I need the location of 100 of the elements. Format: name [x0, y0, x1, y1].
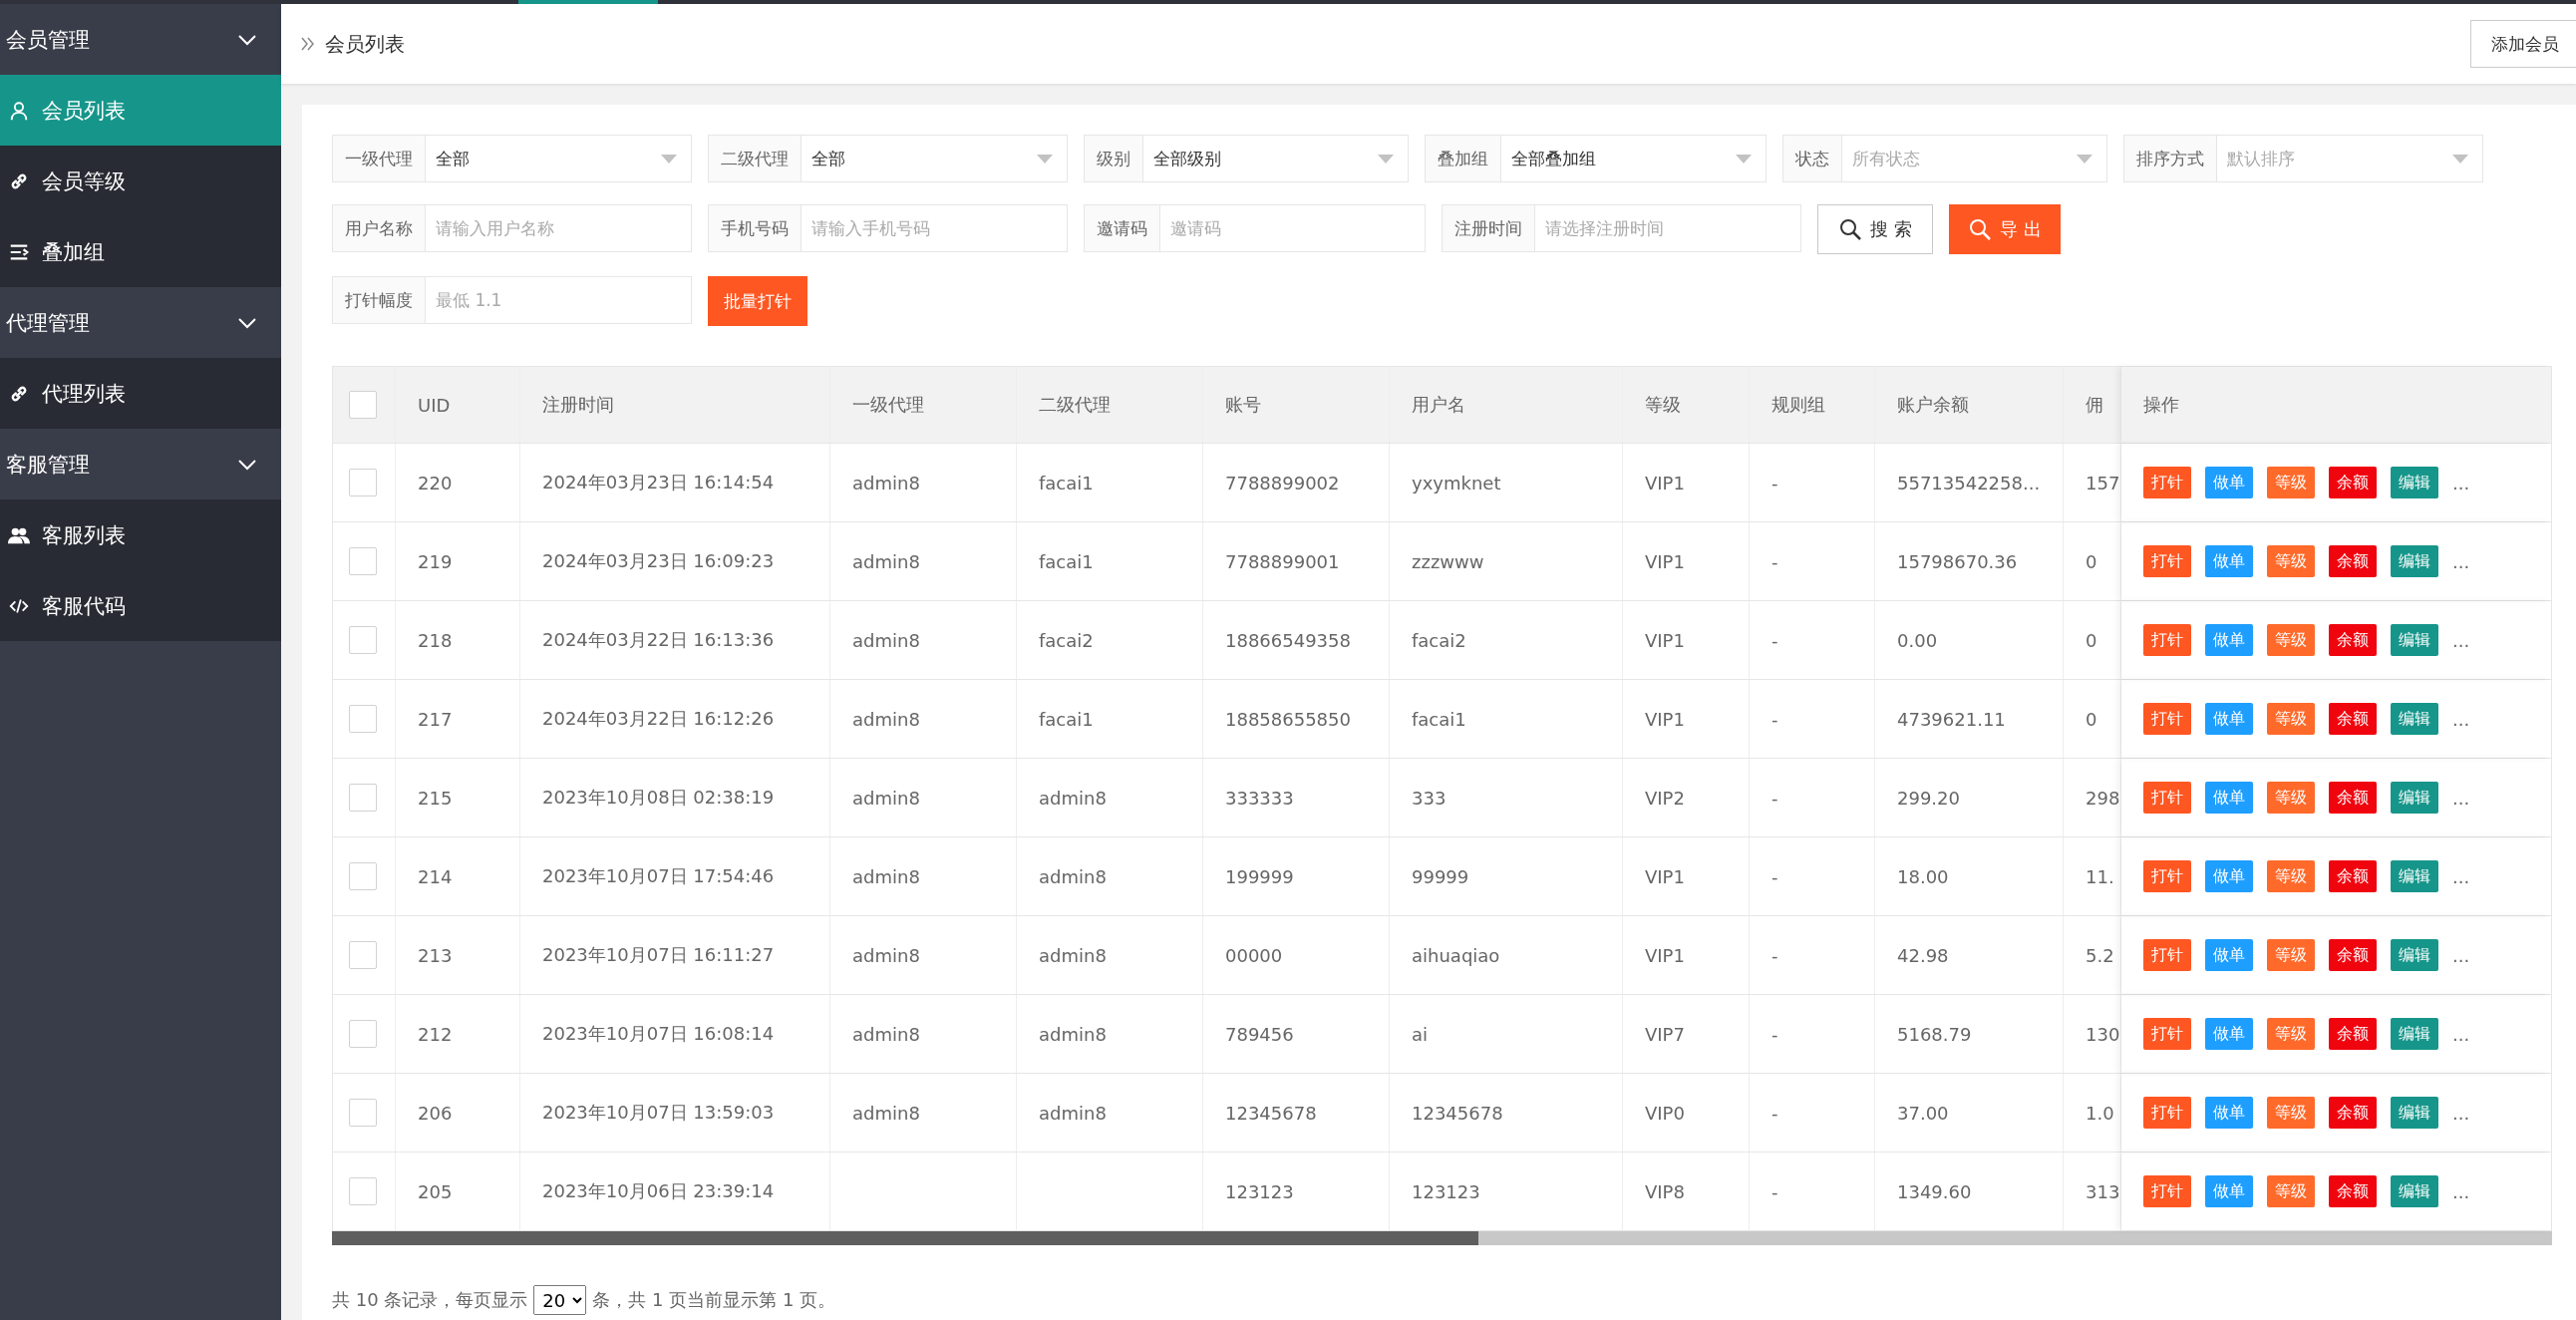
action-button[interactable]: 编辑: [2391, 860, 2438, 892]
table-cell: admin8: [852, 944, 920, 966]
add-member-button[interactable]: 添加会员: [2470, 20, 2576, 68]
table-cell: -: [1771, 865, 1778, 887]
action-button[interactable]: 打针: [2143, 860, 2191, 892]
checkbox[interactable]: [349, 705, 377, 733]
action-button[interactable]: 编辑: [2391, 624, 2438, 656]
action-button[interactable]: 打针: [2143, 1018, 2191, 1050]
scrollbar-thumb[interactable]: [332, 1231, 1478, 1245]
table-cell: 12345678: [1412, 1102, 1503, 1124]
action-button[interactable]: 余额: [2329, 939, 2377, 971]
action-button[interactable]: 做单: [2205, 624, 2253, 656]
more-link[interactable]: ...: [2452, 865, 2470, 887]
horizontal-scrollbar[interactable]: [332, 1231, 2552, 1245]
menu-item[interactable]: 客服列表: [0, 499, 281, 570]
checkbox[interactable]: [349, 391, 377, 419]
action-button[interactable]: 等级: [2267, 624, 2315, 656]
menu-item[interactable]: 会员等级: [0, 146, 281, 216]
action-button[interactable]: 编辑: [2391, 1175, 2438, 1207]
page-size-select[interactable]: 20: [533, 1285, 587, 1315]
action-button[interactable]: 打针: [2143, 703, 2191, 735]
action-button[interactable]: 做单: [2205, 782, 2253, 814]
action-button[interactable]: 做单: [2205, 1097, 2253, 1129]
action-button[interactable]: 做单: [2205, 1175, 2253, 1207]
action-button[interactable]: 做单: [2205, 860, 2253, 892]
checkbox[interactable]: [349, 784, 377, 812]
more-link[interactable]: ...: [2452, 1102, 2470, 1124]
chevron-icon: [237, 33, 257, 46]
table-cell: facai1: [1039, 550, 1094, 572]
action-button[interactable]: 余额: [2329, 1018, 2377, 1050]
more-link[interactable]: ...: [2452, 708, 2470, 730]
pagination-text: 共 10 条记录，每页显示: [332, 1288, 528, 1312]
table-cell: 213: [418, 944, 453, 966]
column-header: 账号: [1225, 393, 1261, 417]
export-button[interactable]: 导 出: [1949, 204, 2061, 254]
action-button[interactable]: 打针: [2143, 624, 2191, 656]
action-button[interactable]: 做单: [2205, 1018, 2253, 1050]
search-button[interactable]: 搜 索: [1817, 204, 1933, 254]
more-link[interactable]: ...: [2452, 1023, 2470, 1045]
action-button[interactable]: 等级: [2267, 703, 2315, 735]
menu-item[interactable]: 会员列表: [0, 75, 281, 146]
chevron-icon: [237, 316, 257, 329]
action-button[interactable]: 余额: [2329, 624, 2377, 656]
checkbox[interactable]: [349, 941, 377, 969]
more-link[interactable]: ...: [2452, 472, 2470, 494]
table-cell: 789456: [1225, 1023, 1294, 1045]
action-button[interactable]: 打针: [2143, 939, 2191, 971]
action-button[interactable]: 打针: [2143, 1097, 2191, 1129]
more-link[interactable]: ...: [2452, 944, 2470, 966]
menu-item[interactable]: 代理列表: [0, 358, 281, 429]
table-cell: 5.2: [2086, 944, 2114, 966]
more-link[interactable]: ...: [2452, 550, 2470, 572]
checkbox[interactable]: [349, 1177, 377, 1205]
column-header: 二级代理: [1039, 393, 1111, 417]
checkbox[interactable]: [349, 862, 377, 890]
action-button[interactable]: 打针: [2143, 545, 2191, 577]
action-button[interactable]: 编辑: [2391, 467, 2438, 498]
more-link[interactable]: ...: [2452, 1180, 2470, 1202]
action-button[interactable]: 做单: [2205, 545, 2253, 577]
checkbox[interactable]: [349, 1020, 377, 1048]
action-button[interactable]: 等级: [2267, 545, 2315, 577]
action-button[interactable]: 等级: [2267, 939, 2315, 971]
action-button[interactable]: 编辑: [2391, 703, 2438, 735]
column-header: 一级代理: [852, 393, 924, 417]
menu-item[interactable]: 客服代码: [0, 570, 281, 641]
action-button[interactable]: 余额: [2329, 1097, 2377, 1129]
checkbox[interactable]: [349, 1099, 377, 1127]
action-button[interactable]: 余额: [2329, 467, 2377, 498]
action-button[interactable]: 余额: [2329, 545, 2377, 577]
action-button[interactable]: 等级: [2267, 1097, 2315, 1129]
action-button[interactable]: 等级: [2267, 1175, 2315, 1207]
action-button[interactable]: 等级: [2267, 467, 2315, 498]
action-button[interactable]: 编辑: [2391, 782, 2438, 814]
action-button[interactable]: 做单: [2205, 939, 2253, 971]
action-button[interactable]: 编辑: [2391, 1018, 2438, 1050]
checkbox[interactable]: [349, 547, 377, 575]
action-button[interactable]: 编辑: [2391, 545, 2438, 577]
action-button[interactable]: 打针: [2143, 1175, 2191, 1207]
action-button[interactable]: 做单: [2205, 467, 2253, 498]
more-link[interactable]: ...: [2452, 787, 2470, 809]
action-button[interactable]: 打针: [2143, 782, 2191, 814]
action-button[interactable]: 等级: [2267, 860, 2315, 892]
table-cell: -: [1771, 1180, 1778, 1202]
batch-button[interactable]: 批量打针: [708, 276, 807, 326]
action-button[interactable]: 做单: [2205, 703, 2253, 735]
action-button[interactable]: 余额: [2329, 703, 2377, 735]
table-cell: 2024年03月23日 16:09:23: [542, 549, 775, 573]
action-button[interactable]: 打针: [2143, 467, 2191, 498]
action-button[interactable]: 编辑: [2391, 939, 2438, 971]
checkbox[interactable]: [349, 626, 377, 654]
more-link[interactable]: ...: [2452, 629, 2470, 651]
menu-item[interactable]: 叠加组: [0, 216, 281, 287]
checkbox[interactable]: [349, 469, 377, 496]
action-button[interactable]: 余额: [2329, 1175, 2377, 1207]
action-button[interactable]: 等级: [2267, 782, 2315, 814]
table-cell: 217: [418, 708, 453, 730]
action-button[interactable]: 等级: [2267, 1018, 2315, 1050]
action-button[interactable]: 余额: [2329, 860, 2377, 892]
action-button[interactable]: 余额: [2329, 782, 2377, 814]
action-button[interactable]: 编辑: [2391, 1097, 2438, 1129]
